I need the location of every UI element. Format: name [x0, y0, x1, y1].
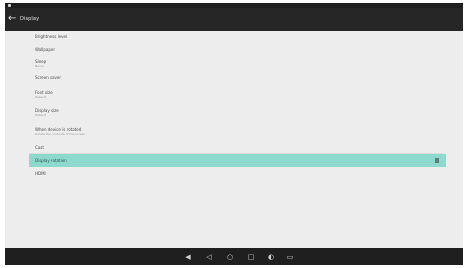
volume-up-icon[interactable]: ◐: [267, 253, 275, 261]
setting-sleep[interactable]: Sleep Never: [5, 58, 463, 73]
setting-font-size[interactable]: Font size Default: [5, 89, 463, 104]
app-bar: ← Display: [5, 8, 463, 31]
setting-title: Brightness level: [35, 34, 68, 39]
setting-title: Cast: [35, 145, 44, 150]
setting-title: Screen saver: [35, 75, 62, 80]
navigation-bar: ◀ ◁ ○ □ ◐ ▭: [5, 248, 463, 265]
setting-title: HDMI: [35, 171, 46, 176]
setting-title: Wallpaper: [35, 47, 56, 52]
setting-hdmi[interactable]: HDMI: [5, 170, 463, 182]
setting-when-rotated[interactable]: When device is rotated Rotate the conten…: [5, 126, 463, 141]
setting-wallpaper[interactable]: Wallpaper: [5, 46, 463, 58]
android-screen: ← Display Brightness level Wallpaper Sle…: [5, 3, 463, 265]
arrow-back-icon[interactable]: ←: [8, 13, 17, 25]
setting-title: Display rotation: [35, 158, 67, 163]
home-icon[interactable]: ○: [226, 253, 234, 261]
notification-icon: [8, 4, 11, 7]
screenshot-icon[interactable]: ▭: [286, 253, 294, 261]
recents-icon[interactable]: □: [247, 253, 255, 261]
back-icon[interactable]: ◁: [205, 253, 213, 261]
setting-subtitle: Rotate the contents of the screen: [35, 132, 86, 136]
volume-down-icon[interactable]: ◀: [184, 253, 192, 261]
page-title: Display: [20, 16, 40, 22]
setting-screen-saver[interactable]: Screen saver: [5, 74, 463, 86]
setting-subtitle: Default: [35, 95, 46, 99]
setting-subtitle: Never: [35, 64, 44, 68]
setting-subtitle: Default: [35, 113, 46, 117]
rotation-icon: [435, 158, 439, 163]
setting-display-rotation[interactable]: Display rotation: [29, 154, 446, 167]
setting-display-size[interactable]: Display size Default: [5, 107, 463, 122]
nav-icons: ◀ ◁ ○ □ ◐ ▭: [180, 248, 300, 265]
setting-brightness-level[interactable]: Brightness level: [5, 33, 463, 45]
